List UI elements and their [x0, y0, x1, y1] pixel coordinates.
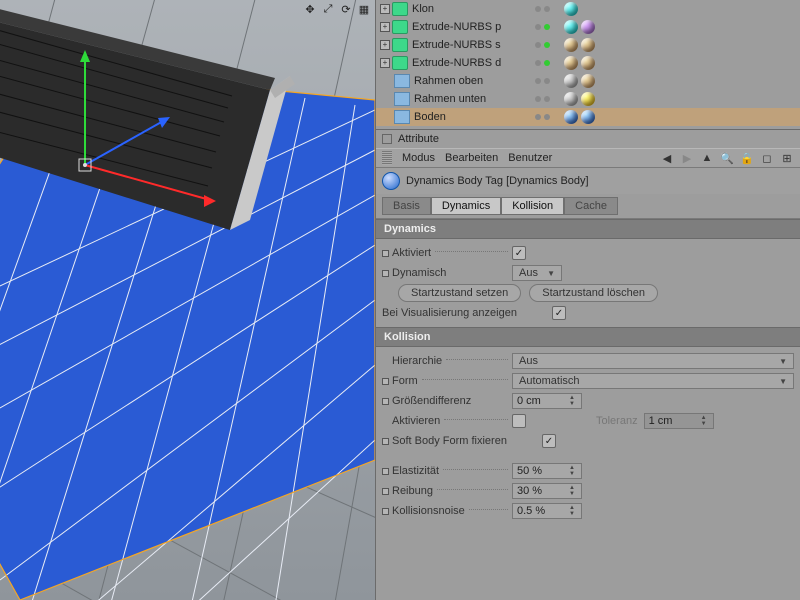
tree-row[interactable]: + Extrude-NURBS p [376, 18, 800, 36]
kollisionsnoise-field[interactable]: 0.5 %▲▼ [512, 503, 582, 519]
material-tag-icon[interactable] [581, 74, 595, 88]
tree-row[interactable]: Boden [376, 108, 800, 126]
object-manager[interactable]: +Klon +Extrude-NURBS p +Extrude-NURBS s … [376, 0, 800, 130]
material-tag-icon[interactable] [564, 56, 578, 70]
visualisierung-checkbox[interactable]: ✓ [552, 306, 566, 320]
tab-kollision[interactable]: Kollision [501, 197, 564, 215]
tab-basis[interactable]: Basis [382, 197, 431, 215]
aktiviert-label: Aktiviert [392, 247, 431, 259]
dynamisch-dropdown[interactable]: Aus▼ [512, 265, 562, 281]
viewport-scale-icon[interactable]: ⤢ [321, 2, 335, 16]
softbody-label: Soft Body Form fixieren [392, 435, 507, 447]
section-kollision: Kollision [376, 327, 800, 347]
tree-label: Boden [412, 111, 446, 123]
softbody-checkbox[interactable]: ✓ [542, 434, 556, 448]
viewport-3d[interactable]: ✥ ⤢ ⟳ ▦ [0, 0, 375, 600]
dynamisch-label: Dynamisch [392, 267, 446, 279]
section-dynamics: Dynamics [376, 219, 800, 239]
toleranz-label: Toleranz [596, 415, 638, 427]
elastizitaet-field[interactable]: 50 %▲▼ [512, 463, 582, 479]
cube-icon [394, 74, 410, 88]
tree-label: Extrude-NURBS d [410, 57, 501, 69]
material-tag-icon[interactable] [564, 92, 578, 106]
startzustand-setzen-button[interactable]: Startzustand setzen [398, 284, 521, 302]
hierarchie-label: Hierarchie [392, 355, 442, 367]
nav-back-icon[interactable]: ◀ [660, 151, 674, 165]
material-tag-icon[interactable] [564, 74, 578, 88]
extrude-icon [392, 20, 408, 34]
material-tag-icon[interactable] [581, 56, 595, 70]
cube-icon [394, 92, 410, 106]
visualisierung-label: Bei Visualisierung anzeigen [382, 307, 517, 319]
form-label: Form [392, 375, 418, 387]
lock-icon[interactable]: 🔒 [740, 151, 754, 165]
tab-dynamics[interactable]: Dynamics [431, 197, 501, 215]
attribute-menu-bar: Modus Bearbeiten Benutzer ◀ ▶ ▲ 🔍 🔒 ◻ ⊞ [376, 148, 800, 168]
tag-title: Dynamics Body Tag [Dynamics Body] [406, 175, 589, 187]
tree-label: Klon [410, 3, 434, 15]
new-icon[interactable]: ◻ [760, 151, 774, 165]
startzustand-loeschen-button[interactable]: Startzustand löschen [529, 284, 658, 302]
material-tag-icon[interactable] [581, 20, 595, 34]
viewport-rotate-icon[interactable]: ⟳ [339, 2, 353, 16]
tab-cache[interactable]: Cache [564, 197, 618, 215]
tree-label: Extrude-NURBS p [410, 21, 501, 33]
expand-icon[interactable]: + [380, 40, 390, 50]
extrude-icon [392, 56, 408, 70]
material-tag-icon[interactable] [581, 38, 595, 52]
groesse-field[interactable]: 0 cm▲▼ [512, 393, 582, 409]
groesse-label: Größendifferenz [392, 395, 471, 407]
viewport-menu-icon[interactable]: ▦ [357, 2, 371, 16]
nav-fwd-icon[interactable]: ▶ [680, 151, 694, 165]
attribute-panel-title: Attribute [398, 133, 439, 145]
nav-up-icon[interactable]: ▲ [700, 151, 714, 165]
material-tag-icon[interactable] [564, 38, 578, 52]
cube-icon [394, 110, 410, 124]
form-dropdown[interactable]: Automatisch▼ [512, 373, 794, 389]
tree-row[interactable]: Rahmen unten [376, 90, 800, 108]
tree-row[interactable]: + Klon [376, 0, 800, 18]
material-tag-icon[interactable] [564, 2, 578, 16]
attribute-toggle-icon[interactable] [382, 134, 392, 144]
aktivieren-label: Aktivieren [392, 415, 440, 427]
toleranz-field: 1 cm▲▼ [644, 413, 714, 429]
material-tag-icon[interactable] [564, 110, 578, 124]
menu-modus[interactable]: Modus [402, 152, 435, 164]
tree-row[interactable]: Rahmen oben [376, 72, 800, 90]
extrude-icon [392, 2, 408, 16]
aktiviert-checkbox[interactable]: ✓ [512, 246, 526, 260]
material-tag-icon[interactable] [564, 20, 578, 34]
kollisionsnoise-label: Kollisionsnoise [392, 505, 465, 517]
dynamics-tag-icon[interactable] [581, 110, 595, 124]
viewport-move-icon[interactable]: ✥ [303, 2, 317, 16]
add-icon[interactable]: ⊞ [780, 151, 794, 165]
search-icon[interactable]: 🔍 [720, 151, 734, 165]
tree-label: Rahmen unten [412, 93, 486, 105]
tree-row[interactable]: + Extrude-NURBS s [376, 36, 800, 54]
elastizitaet-label: Elastizität [392, 465, 439, 477]
viewport-render [0, 0, 375, 600]
hierarchie-dropdown[interactable]: Aus▼ [512, 353, 794, 369]
material-tag-icon[interactable] [581, 92, 595, 106]
tree-row[interactable]: + Extrude-NURBS d [376, 54, 800, 72]
reibung-label: Reibung [392, 485, 433, 497]
expand-icon[interactable]: + [380, 58, 390, 68]
menu-bearbeiten[interactable]: Bearbeiten [445, 152, 498, 164]
reibung-field[interactable]: 30 %▲▼ [512, 483, 582, 499]
tree-label: Extrude-NURBS s [410, 39, 501, 51]
right-panel: +Klon +Extrude-NURBS p +Extrude-NURBS s … [375, 0, 800, 600]
expand-icon[interactable]: + [380, 4, 390, 14]
attribute-tabs: Basis Dynamics Kollision Cache [376, 194, 800, 218]
menu-benutzer[interactable]: Benutzer [508, 152, 552, 164]
dynamics-body-icon [382, 172, 400, 190]
grip-icon[interactable] [382, 151, 392, 165]
extrude-icon [392, 38, 408, 52]
expand-icon[interactable]: + [380, 22, 390, 32]
aktivieren-checkbox [512, 414, 526, 428]
tree-label: Rahmen oben [412, 75, 483, 87]
